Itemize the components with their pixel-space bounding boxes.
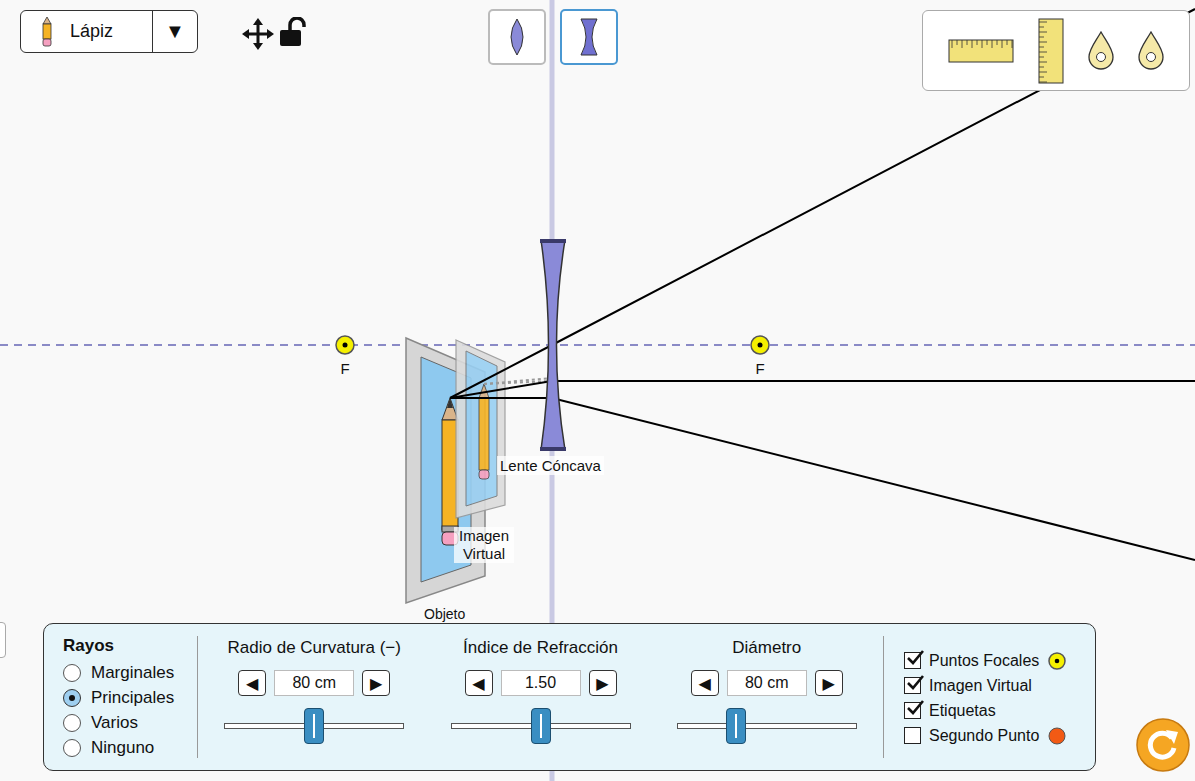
- rays-group: Rayos Marginales Principales Varios Ning…: [44, 624, 197, 770]
- virtual-image-label: Imagen Virtual: [454, 527, 514, 563]
- focal-point-icon: [751, 336, 769, 354]
- move-icon[interactable]: [242, 18, 274, 50]
- slider-thumb[interactable]: [726, 708, 746, 744]
- toolbox: [922, 10, 1190, 91]
- slider-thumb[interactable]: [304, 708, 324, 744]
- slider[interactable]: [451, 708, 631, 744]
- number-control: Diámetro ◀ 80 cm ▶: [657, 624, 877, 770]
- ray-radio-option[interactable]: Varios: [63, 710, 197, 735]
- separator: [197, 636, 198, 758]
- ray-radio-option[interactable]: Ninguno: [63, 735, 197, 760]
- value-field: 80 cm: [727, 670, 807, 696]
- slider-thumb[interactable]: [531, 708, 551, 744]
- horizontal-ruler-icon[interactable]: [948, 39, 1014, 63]
- probe-marker-icon[interactable]: [1088, 31, 1114, 71]
- check-icon: [905, 674, 925, 692]
- radio-button[interactable]: [63, 664, 81, 682]
- slider[interactable]: [677, 708, 857, 744]
- decrement-button[interactable]: ◀: [691, 670, 719, 696]
- geometric-optics-screen: F F Lente Cóncava Imagen Virtual Objeto L…: [0, 0, 1195, 781]
- checkbox-row[interactable]: Puntos Focales: [904, 648, 1067, 673]
- number-control: Radio de Curvatura (−) ◀ 80 cm ▶: [204, 624, 424, 770]
- lens-type-button[interactable]: [560, 9, 618, 65]
- side-tab[interactable]: [0, 622, 6, 658]
- slider-track: [677, 723, 857, 729]
- decrement-button[interactable]: ◀: [238, 670, 266, 696]
- number-controls: Radio de Curvatura (−) ◀ 80 cm ▶ Índice …: [198, 624, 883, 770]
- lens-type-group: [488, 9, 618, 65]
- principal-rays: [450, 9, 1195, 560]
- increment-button[interactable]: ▶: [815, 670, 843, 696]
- decrement-button[interactable]: ◀: [465, 670, 493, 696]
- optical-axis: [0, 344, 1195, 346]
- check-icon: [905, 649, 925, 667]
- checkbox-row[interactable]: Imagen Virtual: [904, 673, 1067, 698]
- number-control: Índice de Refracción ◀ 1.50 ▶: [431, 624, 651, 770]
- second-point-icon: [1047, 726, 1067, 746]
- radio-button[interactable]: [63, 739, 81, 757]
- checkbox-group: Puntos Focales Imagen Virtual Etiquetas …: [884, 624, 1067, 770]
- dropdown-arrow[interactable]: ▼: [152, 11, 197, 52]
- checkbox[interactable]: [904, 652, 921, 669]
- lens-label: Lente Cóncava: [497, 456, 604, 475]
- unlocked-icon[interactable]: [279, 17, 307, 47]
- probe-marker-icon[interactable]: [1138, 31, 1164, 71]
- slider[interactable]: [224, 708, 404, 744]
- increment-button[interactable]: ▶: [589, 670, 617, 696]
- focal-point-label: F: [335, 360, 355, 377]
- reset-button[interactable]: [1136, 718, 1190, 776]
- checkbox[interactable]: [904, 727, 921, 744]
- reset-icon: [1136, 718, 1190, 772]
- checkbox-row[interactable]: Etiquetas: [904, 698, 1067, 723]
- concave-lens[interactable]: [540, 239, 566, 451]
- checkbox[interactable]: [904, 677, 921, 694]
- pencil-icon: [41, 17, 53, 47]
- ray-radio-option[interactable]: Principales: [63, 685, 197, 710]
- separator: [883, 636, 884, 758]
- value-field: 80 cm: [274, 670, 354, 696]
- checkbox[interactable]: [904, 702, 921, 719]
- object-label: Objeto: [424, 606, 465, 622]
- lens-type-button[interactable]: [488, 9, 546, 65]
- vertical-ruler-icon[interactable]: [1038, 18, 1064, 84]
- checkbox-row[interactable]: Segundo Punto: [904, 723, 1067, 748]
- value-field: 1.50: [501, 670, 581, 696]
- focal-point-icon: [1047, 651, 1067, 671]
- virtual-image-frame: [456, 340, 505, 518]
- convex-lens-icon: [505, 18, 529, 56]
- control-panel: Rayos Marginales Principales Varios Ning…: [43, 623, 1096, 771]
- focal-point-label: F: [750, 360, 770, 377]
- radio-button[interactable]: [63, 689, 81, 707]
- ray-radio-option[interactable]: Marginales: [63, 660, 197, 685]
- object-selector[interactable]: Lápiz ▼: [20, 10, 198, 53]
- focal-point-icon: [336, 336, 354, 354]
- check-icon: [905, 699, 925, 717]
- concave-lens-icon: [577, 18, 601, 56]
- radio-button[interactable]: [63, 714, 81, 732]
- increment-button[interactable]: ▶: [362, 670, 390, 696]
